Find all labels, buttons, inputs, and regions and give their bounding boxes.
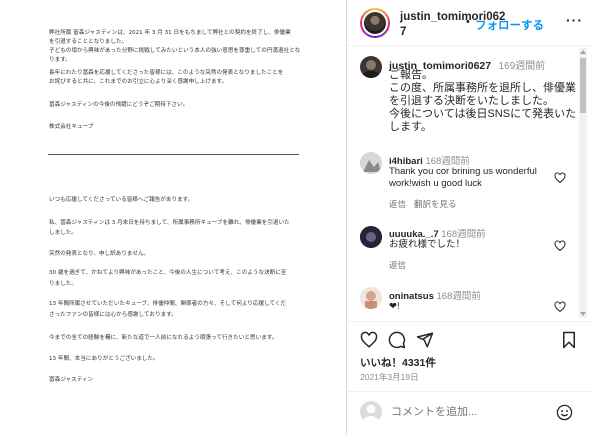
separator-dot: •: [466, 16, 470, 28]
message-line: さったファンの皆様には心から感謝しております。: [49, 312, 177, 318]
see-translation-button[interactable]: 翻訳を見る: [414, 198, 457, 210]
message-line: いつも応援してくださっている皆様へご報告があります。: [49, 197, 194, 203]
comment-line: work!wish u good luck: [389, 178, 482, 189]
story-ring-avatar[interactable]: [360, 8, 390, 38]
emoji-smiley-icon[interactable]: [556, 404, 573, 421]
like-count[interactable]: いいね！4331件: [360, 355, 436, 370]
scroll-up-arrow-icon[interactable]: [580, 50, 586, 54]
message-line: 13 年間所属させていただいたキューブ、俳優仲間、関係者の方々、そして何より応援…: [49, 301, 287, 307]
caption-line: します。: [389, 121, 432, 133]
message-line: りました。: [49, 281, 77, 287]
caption-line: を引退する決断をいたしました。: [389, 95, 554, 107]
post-side-panel: justin_tomimori062 7 • フォローする ··· justin…: [348, 0, 590, 434]
like-comment-heart-icon[interactable]: [554, 240, 566, 252]
reply-button[interactable]: 返信: [389, 259, 406, 271]
signature-name: 冨森ジャスティン: [49, 377, 94, 383]
author-avatar[interactable]: [360, 56, 382, 78]
commenter-avatar[interactable]: [360, 152, 382, 174]
actions-divider: [348, 321, 590, 322]
caption-line: 今後については後日SNSにて発表いた: [389, 108, 577, 120]
scroll-down-arrow-icon[interactable]: [580, 312, 586, 316]
author-username-wrap[interactable]: 7: [400, 26, 406, 38]
comment-text: Thank you cor brining us wonderful work!…: [389, 166, 537, 190]
comment-time[interactable]: 168週間前: [437, 291, 481, 302]
comment-header: oninatsus 168週間前: [389, 288, 481, 302]
comment-text: お疲れ様でした！: [389, 239, 465, 251]
notice-line: 冨森ジャスティンの今後の飛躍にどうぞご期待下さい。: [49, 102, 189, 108]
caption-text: ご報告。 この度、所属事務所を退所し、俳優業 を引退する決断をいたしました。 今…: [389, 69, 576, 134]
message-line: しました。: [49, 230, 77, 236]
post-date[interactable]: 2021年3月19日: [360, 371, 419, 383]
more-options-icon[interactable]: ···: [566, 12, 583, 28]
message-line: 13 年間、本当にありがとうございました。: [49, 356, 159, 362]
comment-line: お疲れ様でした！: [389, 239, 466, 250]
message-line: 突然の発表となり、申し訳ありません。: [49, 251, 150, 257]
comment-text: ❤!: [389, 301, 400, 313]
comment-header: uuuuka._.7 168週間前: [389, 226, 486, 240]
scrollbar-thumb[interactable]: [580, 58, 586, 113]
post-image-document: 弊社所属 富森ジャスティンは、2021 年 3 月 31 日をもちまして弊社との…: [0, 0, 347, 434]
like-comment-heart-icon[interactable]: [554, 172, 566, 184]
divider: [48, 154, 299, 155]
add-comment-input[interactable]: [391, 406, 541, 418]
like-comment-heart-icon[interactable]: [554, 301, 566, 313]
comments-scrollbar[interactable]: [579, 48, 587, 318]
notice-line: ります。: [49, 57, 71, 63]
message-line: 30 歳を過ぎて、かねてより興味があったこと、今後の人生について考え、このような…: [49, 270, 287, 276]
comment-header: i4hibari 168週間前: [389, 153, 470, 167]
message-line: 今までの全ての経験を糧に、新たな道で一人前になれるよう頑張って行きたいと思います…: [49, 335, 278, 341]
notice-line: お詫びすると共に、これまでのお引立に心より深く感謝申し上げます。: [49, 79, 228, 85]
share-send-icon[interactable]: [416, 331, 434, 349]
save-bookmark-icon[interactable]: [560, 331, 578, 349]
comment-bubble-icon[interactable]: [388, 331, 406, 349]
notice-line: 子どもの頃から興味があった分野に挑戦してみたいという本人の強い意思を尊重しての円…: [49, 48, 301, 54]
like-heart-icon[interactable]: [360, 331, 378, 349]
comment-line: ❤!: [389, 301, 400, 312]
comment-line: Thank you cor brining us wonderful: [389, 166, 537, 177]
post-header: justin_tomimori062 7 • フォローする ···: [348, 0, 590, 46]
company-name: 株式会社キューブ: [49, 124, 94, 130]
commenter-avatar[interactable]: [360, 226, 382, 248]
reply-button[interactable]: 返信: [389, 198, 406, 210]
caption-line: この度、所属事務所を退所し、俳優業: [389, 82, 576, 94]
comment-divider: [348, 391, 590, 392]
current-user-avatar: [360, 401, 382, 423]
caption-line: ご報告。: [389, 69, 433, 81]
follow-button[interactable]: フォローする: [475, 17, 544, 33]
commenter-avatar[interactable]: [360, 287, 382, 309]
message-line: 私、冨森ジャスティンは 3 月末日を持ちまして、所属事務所キューブを離れ、俳優業…: [49, 220, 290, 226]
